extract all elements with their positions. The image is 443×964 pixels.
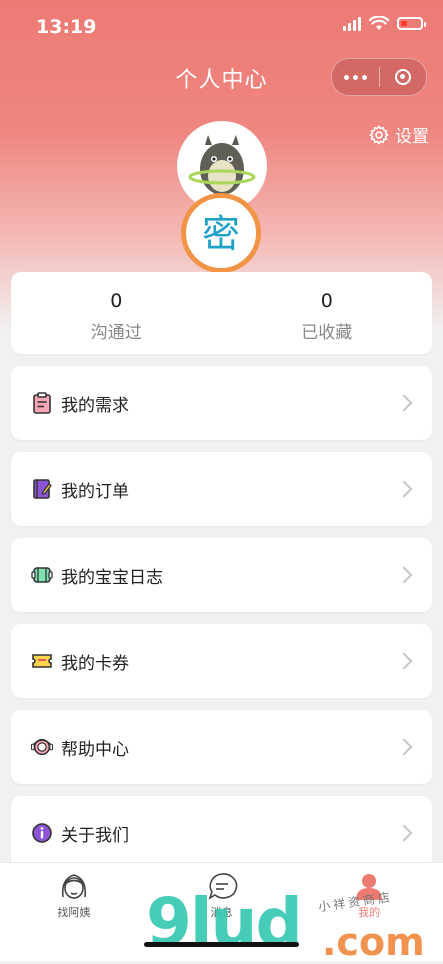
stat-label: 沟通过 (90, 323, 142, 343)
menu-label: 我的宝宝日志 (61, 567, 163, 588)
verify-badge: 密 (181, 193, 261, 273)
wifi-icon (369, 15, 389, 30)
order-notebook-icon (31, 478, 53, 500)
menu-item-baby-log[interactable]: 我的宝宝日志 (11, 538, 432, 612)
settings-label: 设置 (395, 127, 429, 147)
stat-value: 0 (320, 290, 333, 312)
chevron-right-icon (395, 480, 413, 498)
chevron-right-icon (395, 738, 413, 756)
tab-find-nanny[interactable]: 找阿姨 (0, 863, 148, 961)
settings-button[interactable]: 设置 (369, 122, 429, 147)
menu-item-about-us[interactable]: 关于我们 (11, 796, 432, 870)
target-icon (394, 69, 411, 85)
clipboard-icon (31, 392, 53, 414)
coupon-icon (31, 650, 53, 672)
watermark-domain: .com (322, 920, 425, 964)
chevron-right-icon (395, 824, 413, 842)
baby-log-icon (31, 564, 53, 586)
nanny-face-icon (61, 874, 86, 899)
more-options-button[interactable] (332, 74, 379, 80)
menu-item-help-center[interactable]: 帮助中心 (11, 710, 432, 784)
stats-card: 0 沟通过 0 已收藏 (11, 272, 432, 354)
menu-item-my-orders[interactable]: 我的订单 (11, 452, 432, 526)
info-icon (31, 822, 53, 844)
help-headset-icon (31, 736, 53, 758)
signal-icon (343, 15, 361, 31)
status-bar: 13:19 (0, 0, 443, 52)
mini-program-capsule (331, 58, 427, 96)
stat-contacted[interactable]: 0 沟通过 (11, 272, 222, 354)
status-icons (343, 15, 426, 31)
home-indicator (144, 942, 299, 947)
svg-text:密: 密 (202, 212, 240, 256)
stat-label: 已收藏 (301, 323, 353, 343)
menu-label: 我的卡券 (61, 653, 129, 674)
menu-item-coupons[interactable]: 我的卡券 (11, 624, 432, 698)
menu-label: 我的订单 (61, 481, 129, 502)
chevron-right-icon (395, 652, 413, 670)
stat-value: 0 (110, 290, 123, 312)
stat-favorites[interactable]: 0 已收藏 (222, 272, 433, 354)
tab-label: 找阿姨 (57, 906, 91, 919)
gear-icon (369, 124, 389, 145)
secret-char-icon: 密 (202, 212, 240, 256)
chevron-right-icon (395, 566, 413, 584)
battery-icon (397, 16, 426, 30)
status-time: 13:19 (36, 16, 97, 38)
menu-item-my-requests[interactable]: 我的需求 (11, 366, 432, 440)
chevron-right-icon (395, 394, 413, 412)
menu-label: 我的需求 (61, 395, 129, 416)
close-miniprogram-button[interactable] (380, 69, 427, 85)
menu-label: 帮助中心 (61, 739, 129, 760)
menu-label: 关于我们 (61, 825, 129, 846)
